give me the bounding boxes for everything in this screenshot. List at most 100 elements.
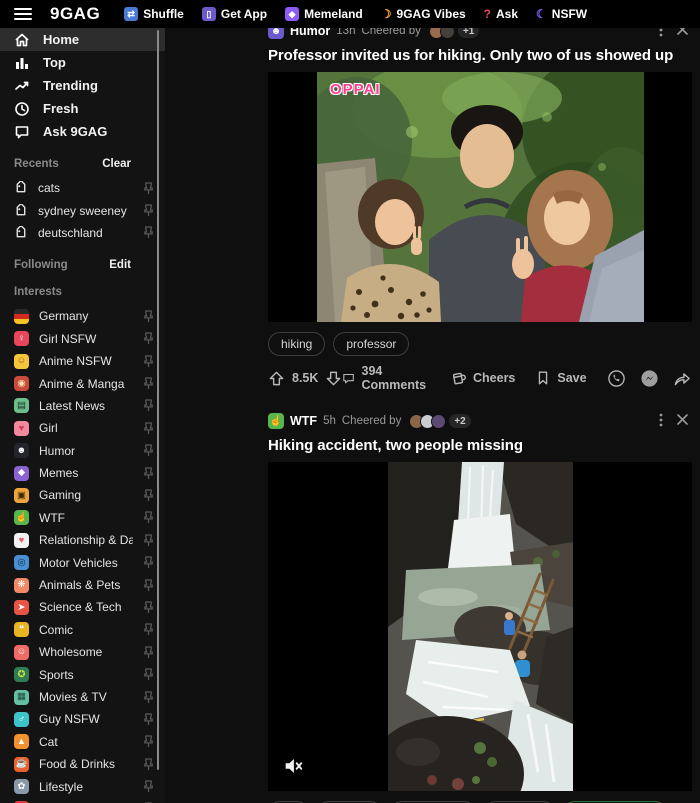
post-title[interactable]: Hiking accident, two people missing <box>268 437 692 454</box>
cheered-avatar[interactable] <box>431 413 447 429</box>
interest-icon: ▦ <box>14 689 29 705</box>
post-close-icon[interactable] <box>673 414 692 428</box>
interest-item[interactable]: ★ Superhero <box>0 798 165 803</box>
post-close-icon[interactable] <box>673 28 692 38</box>
post-actions: 8.5K 394 Comments Cheers Save <box>268 364 692 392</box>
navbar-item[interactable]: ◆ Memeland <box>285 7 363 21</box>
cheers-button[interactable]: Cheers <box>450 370 515 387</box>
interest-item[interactable]: ☺ Anime NSFW <box>0 350 165 372</box>
pin-icon[interactable] <box>143 511 154 524</box>
pin-icon[interactable] <box>143 377 154 390</box>
pin-icon[interactable] <box>143 354 154 368</box>
interest-item[interactable]: ♥ Relationship & Dating <box>0 529 165 551</box>
section-name[interactable]: WTF <box>290 414 317 428</box>
post-menu-icon[interactable] <box>655 413 667 430</box>
sidebar-item-home[interactable]: Home <box>0 28 165 51</box>
interest-item[interactable]: ✿ Lifestyle <box>0 775 165 797</box>
9gag-logo[interactable]: 9GAG <box>50 4 100 24</box>
section-wtf-icon[interactable]: ☝ <box>268 413 284 429</box>
interest-item[interactable]: ☝ WTF <box>0 507 165 529</box>
upvote-button[interactable] <box>268 370 285 387</box>
interest-item[interactable]: ▣ Gaming <box>0 484 165 506</box>
cheered-by-label: Cheered by <box>341 415 402 427</box>
pin-icon[interactable] <box>143 735 154 748</box>
pin-icon[interactable] <box>143 399 154 412</box>
pin-icon[interactable] <box>143 444 154 457</box>
interest-item[interactable]: ▲ Cat <box>0 731 165 753</box>
navbar-item[interactable]: ☽ 9GAG Vibes <box>381 7 466 21</box>
cheered-extra-count[interactable]: +1 <box>457 28 480 38</box>
sidebar-item-trending[interactable]: Trending <box>0 74 165 97</box>
pin-icon[interactable] <box>143 578 154 592</box>
post-image[interactable]: OPPAI <box>268 72 692 322</box>
save-button[interactable]: Save <box>535 370 587 386</box>
post-tags: hiking professor <box>268 332 692 356</box>
interest-item[interactable]: ☕ Food & Drinks <box>0 753 165 775</box>
sidebar-item-top[interactable]: Top <box>0 51 165 74</box>
pin-icon[interactable] <box>143 204 154 217</box>
pin-icon[interactable] <box>143 422 154 435</box>
sidebar-item-ask-9gag[interactable]: Ask 9GAG <box>0 120 165 143</box>
pin-icon[interactable] <box>143 489 154 502</box>
section-humor-icon[interactable]: ☻ <box>268 28 284 39</box>
pin-icon[interactable] <box>143 713 154 726</box>
cheered-avatar[interactable] <box>439 28 455 39</box>
interest-item[interactable]: ❝ Comic <box>0 619 165 641</box>
post-video[interactable] <box>268 462 692 791</box>
post-title[interactable]: Professor invited us for hiking. Only tw… <box>268 47 692 64</box>
post-tag[interactable]: professor <box>333 332 410 356</box>
clear-recents-button[interactable]: Clear <box>102 158 131 170</box>
downvote-button[interactable] <box>325 370 342 387</box>
hamburger-menu-icon[interactable] <box>14 8 32 20</box>
pin-icon[interactable] <box>143 646 154 659</box>
pin-icon[interactable] <box>143 310 154 323</box>
pin-icon[interactable] <box>143 690 154 704</box>
recent-search-item[interactable]: cats <box>0 177 165 199</box>
pin-icon[interactable] <box>143 226 154 239</box>
muted-audio-icon[interactable] <box>282 755 304 777</box>
share-whatsapp-button[interactable] <box>607 369 626 388</box>
recent-search-item[interactable]: sydney sweeney <box>0 199 165 221</box>
interest-item[interactable]: ♀ Girl NSFW <box>0 328 165 350</box>
pin-icon[interactable] <box>143 623 154 636</box>
pin-icon[interactable] <box>143 758 154 771</box>
pin-icon[interactable] <box>143 668 154 681</box>
sidebar-item-fresh[interactable]: Fresh <box>0 97 165 120</box>
interest-item[interactable]: ◎ Motor Vehicles <box>0 551 165 573</box>
navbar-item[interactable]: ? Ask <box>484 7 518 21</box>
post-tag[interactable]: hiking <box>268 332 326 356</box>
interest-item[interactable]: ▦ Movies & TV <box>0 686 165 708</box>
sidebar-scrollbar[interactable] <box>157 30 159 770</box>
interest-item[interactable]: ✪ Sports <box>0 663 165 685</box>
interest-item[interactable]: ❋ Animals & Pets <box>0 574 165 596</box>
navbar-item[interactable]: ☾ NSFW <box>536 7 587 21</box>
pin-icon[interactable] <box>143 182 154 195</box>
interest-item[interactable]: ☺ Wholesome <box>0 641 165 663</box>
pin-icon[interactable] <box>143 466 154 480</box>
interest-item[interactable]: ◆ Memes <box>0 462 165 484</box>
edit-following-button[interactable]: Edit <box>109 259 131 271</box>
section-name[interactable]: Humor <box>290 28 330 38</box>
share-messenger-button[interactable] <box>640 369 659 388</box>
interest-item[interactable]: Germany <box>0 305 165 327</box>
pin-icon[interactable] <box>143 601 154 614</box>
interest-item[interactable]: ♥ Girl <box>0 417 165 439</box>
interest-item[interactable]: ➤ Science & Tech <box>0 596 165 618</box>
pin-icon[interactable] <box>143 332 154 345</box>
post-menu-icon[interactable] <box>655 28 667 40</box>
interest-icon: ✪ <box>14 667 29 683</box>
navbar-item[interactable]: ▯ Get App <box>201 7 267 21</box>
recent-search-item[interactable]: deutschland <box>0 222 165 244</box>
interest-item[interactable]: ▤ Latest News <box>0 395 165 417</box>
interest-item[interactable]: ♂ Guy NSFW <box>0 708 165 730</box>
cheered-extra-count[interactable]: +2 <box>449 414 471 428</box>
pin-icon[interactable] <box>143 534 154 547</box>
interest-item[interactable]: ☻ Humor <box>0 440 165 462</box>
navbar-item[interactable]: ⇄ Shuffle <box>124 7 184 21</box>
share-button[interactable]: Share <box>673 370 692 387</box>
interest-icon: ♂ <box>14 711 29 727</box>
comments-button[interactable]: 394 Comments <box>342 364 430 392</box>
interest-item[interactable]: ◉ Anime & Manga <box>0 372 165 394</box>
pin-icon[interactable] <box>143 780 154 793</box>
pin-icon[interactable] <box>143 556 154 569</box>
